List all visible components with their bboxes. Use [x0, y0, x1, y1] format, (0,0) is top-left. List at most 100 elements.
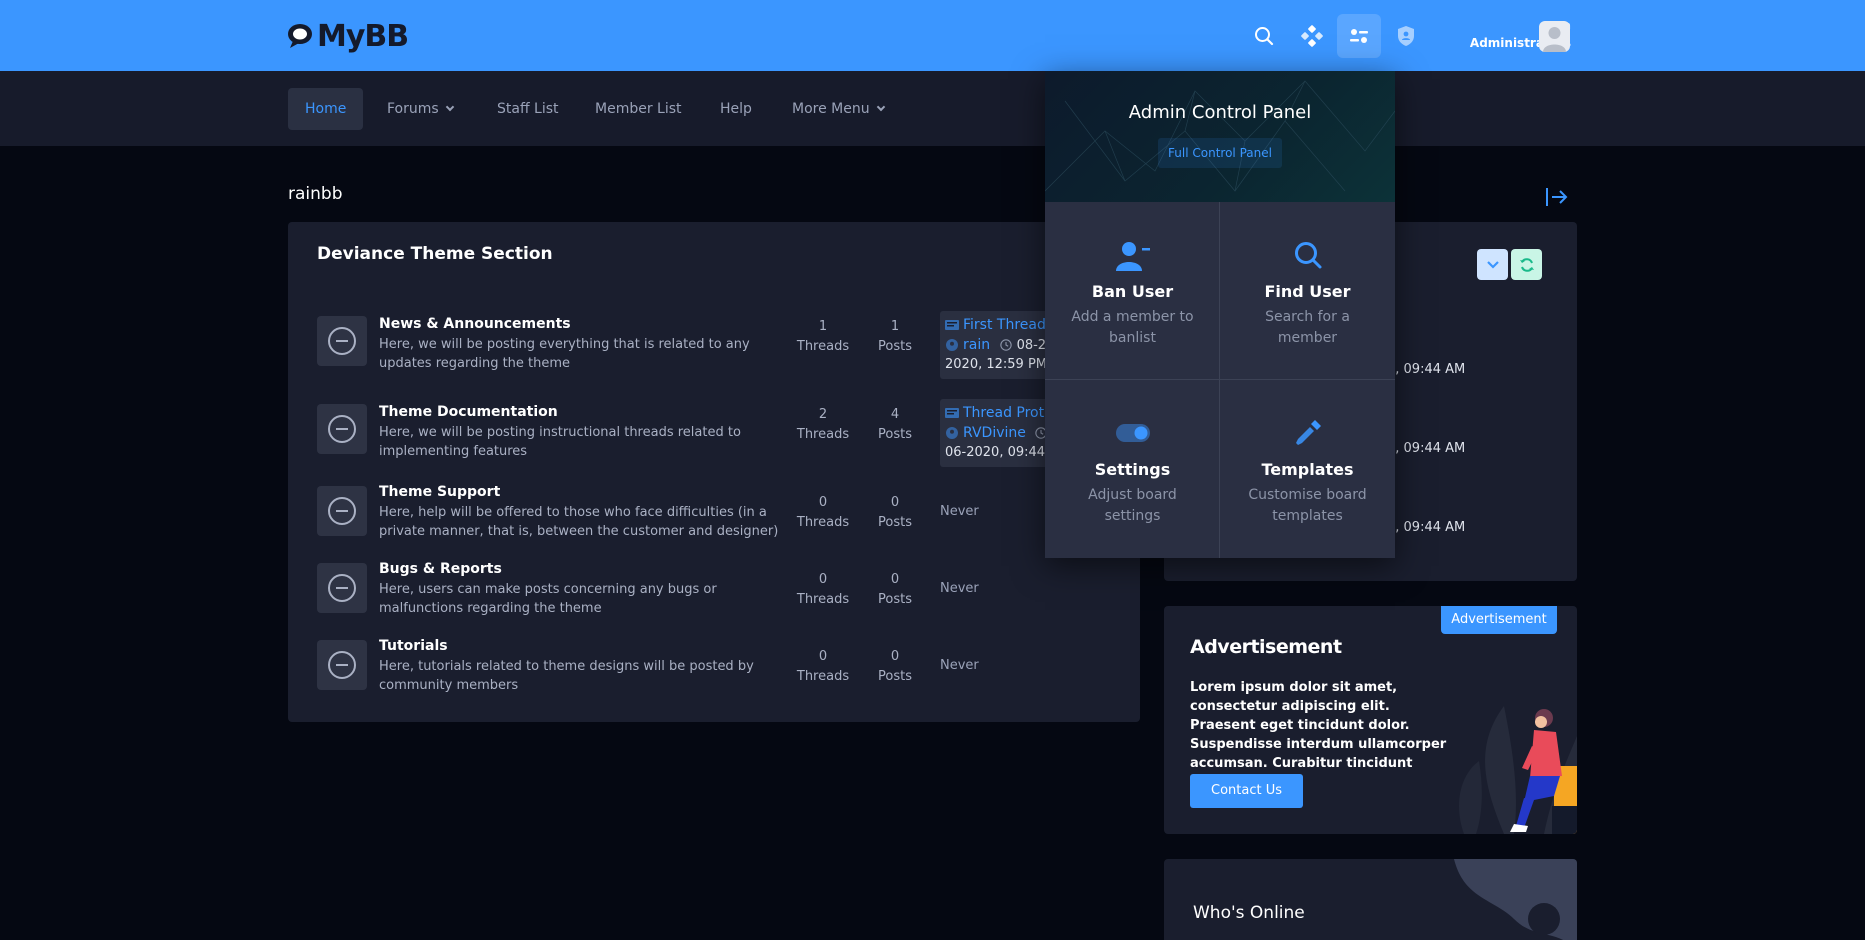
acp-divider: [1045, 379, 1395, 380]
breadcrumb[interactable]: rainbb: [288, 184, 343, 204]
threads-label: Threads: [796, 515, 850, 530]
forum-title[interactable]: News & Announcements: [379, 316, 571, 332]
logout-button[interactable]: [1545, 186, 1569, 212]
admin-control-panel-dropdown: Admin Control Panel Full Control Panel B…: [1045, 71, 1395, 558]
chevron-down-icon: [876, 102, 885, 112]
last-post: First Thread rain 08-2 2020, 12:59 PM: [940, 311, 1060, 379]
threads-label: Threads: [796, 427, 850, 442]
posts-label: Posts: [878, 339, 912, 354]
search-icon: [1255, 27, 1274, 46]
avatar[interactable]: [1539, 21, 1570, 52]
forum-status-icon[interactable]: [317, 486, 367, 536]
person-illustration: [1510, 709, 1577, 834]
forum-status-icon[interactable]: [317, 404, 367, 454]
nav-forums[interactable]: Forums: [370, 88, 470, 130]
last-post-never: Never: [940, 658, 979, 673]
last-post-time: 06-2020, 09:44 A: [945, 445, 1059, 460]
eyedropper-icon: [1295, 420, 1321, 445]
last-post-never: Never: [940, 581, 979, 596]
acp-item-desc: Adjust board settings: [1088, 487, 1177, 524]
forum-row: News & Announcements Here, we will be po…: [288, 307, 1140, 379]
section-title[interactable]: Deviance Theme Section: [317, 244, 553, 264]
posts-count: 0: [890, 495, 900, 510]
admin-panel-button[interactable]: [1337, 14, 1381, 58]
advertisement-panel: Advertisement Advertisement Lorem ipsum …: [1164, 606, 1577, 834]
thread-time: 0, 09:44 AM: [1387, 362, 1466, 377]
posts-count: 0: [890, 572, 900, 587]
moderator-button[interactable]: [1384, 14, 1428, 58]
refresh-icon: [1519, 257, 1534, 272]
acp-title: Admin Control Panel: [1128, 102, 1312, 123]
acp-item-desc: Search for a member: [1265, 309, 1350, 346]
forum-threads: 0 Threads: [783, 493, 863, 533]
nav-home[interactable]: Home: [288, 88, 364, 130]
forum-posts: 0 Posts: [855, 493, 935, 533]
acp-header: Admin Control Panel Full Control Panel: [1045, 71, 1395, 202]
contact-us-button[interactable]: Contact Us: [1190, 774, 1303, 808]
threads-count: 0: [818, 649, 828, 664]
user-icon: [946, 427, 958, 439]
forum-description: Here, we will be posting everything that…: [379, 337, 750, 371]
forum-read-icon: [328, 497, 356, 525]
forum-description: Here, users can make posts concerning an…: [379, 582, 717, 616]
nav-member-list[interactable]: Member List: [578, 88, 699, 130]
advertisement-badge: Advertisement: [1441, 606, 1557, 634]
network-pattern: [1045, 80, 1395, 192]
forum-threads: 2 Threads: [783, 405, 863, 445]
acp-ban-user[interactable]: Ban User Add a member to banlist: [1045, 202, 1220, 380]
forum-title[interactable]: Tutorials: [379, 638, 448, 654]
nav-staff-list[interactable]: Staff List: [480, 88, 576, 130]
posts-label: Posts: [878, 669, 912, 684]
acp-find-user[interactable]: Find User Search for a member: [1220, 202, 1395, 380]
last-post-date: 08-2: [1016, 338, 1047, 353]
whos-online-title[interactable]: Who's Online: [1193, 903, 1305, 923]
posts-label: Posts: [878, 427, 912, 442]
thread-icon: [945, 320, 959, 330]
acp-settings[interactable]: Settings Adjust board settings: [1045, 380, 1220, 558]
thread-time: 0, 09:44 AM: [1387, 520, 1466, 535]
forum-read-icon: [328, 574, 356, 602]
threads-label: Threads: [796, 339, 850, 354]
search-icon: [1294, 242, 1321, 269]
forum-read-icon: [328, 651, 356, 679]
forum-row: Tutorials Here, tutorials related to the…: [288, 631, 1140, 701]
forum-read-icon: [328, 327, 356, 355]
threads-label: Threads: [796, 592, 850, 607]
last-post-thread[interactable]: First Thread: [963, 317, 1046, 333]
forum-title[interactable]: Theme Support: [379, 484, 500, 500]
last-post-user[interactable]: RVDivine: [963, 425, 1026, 441]
nav-help[interactable]: Help: [703, 88, 769, 130]
acp-item-desc: Add a member to banlist: [1071, 309, 1194, 346]
forum-posts: 4 Posts: [855, 405, 935, 445]
top-bar: MyBB rain Administrators: [0, 0, 1865, 71]
forum-title[interactable]: Theme Documentation: [379, 404, 558, 420]
acp-templates[interactable]: Templates Customise board templates: [1220, 380, 1395, 558]
games-button[interactable]: [1290, 14, 1334, 58]
threads-count: 0: [818, 495, 828, 510]
nav-forums-label: Forums: [387, 101, 439, 117]
forum-title[interactable]: Bugs & Reports: [379, 561, 502, 577]
posts-label: Posts: [878, 515, 912, 530]
last-post-user[interactable]: rain: [963, 337, 990, 353]
collapse-button[interactable]: [1477, 249, 1508, 280]
acp-item-title: Ban User: [1091, 282, 1174, 301]
forum-status-icon[interactable]: [317, 316, 367, 366]
forum-status-icon[interactable]: [317, 640, 367, 690]
acp-item-title: Templates: [1261, 460, 1354, 479]
posts-count: 0: [890, 649, 900, 664]
logo[interactable]: MyBB: [287, 18, 409, 54]
search-button[interactable]: [1242, 14, 1286, 58]
thread-icon: [945, 408, 959, 418]
full-control-panel-button[interactable]: Full Control Panel: [1158, 138, 1282, 168]
advertisement-title: Advertisement: [1190, 636, 1342, 658]
chevron-down-icon: [445, 102, 454, 112]
admin-panel-icon: [1350, 29, 1368, 43]
forum-row: Theme Support Here, help will be offered…: [288, 477, 1140, 547]
nav-more-menu[interactable]: More Menu: [775, 88, 901, 130]
last-post-time: 2020, 12:59 PM: [945, 357, 1048, 372]
refresh-button[interactable]: [1511, 249, 1542, 280]
forum-status-icon[interactable]: [317, 563, 367, 613]
acp-item-title: Settings: [1094, 460, 1171, 479]
last-post-thread[interactable]: Thread Prot: [963, 405, 1044, 421]
forum-description: Here, we will be posting instructional t…: [379, 425, 741, 459]
